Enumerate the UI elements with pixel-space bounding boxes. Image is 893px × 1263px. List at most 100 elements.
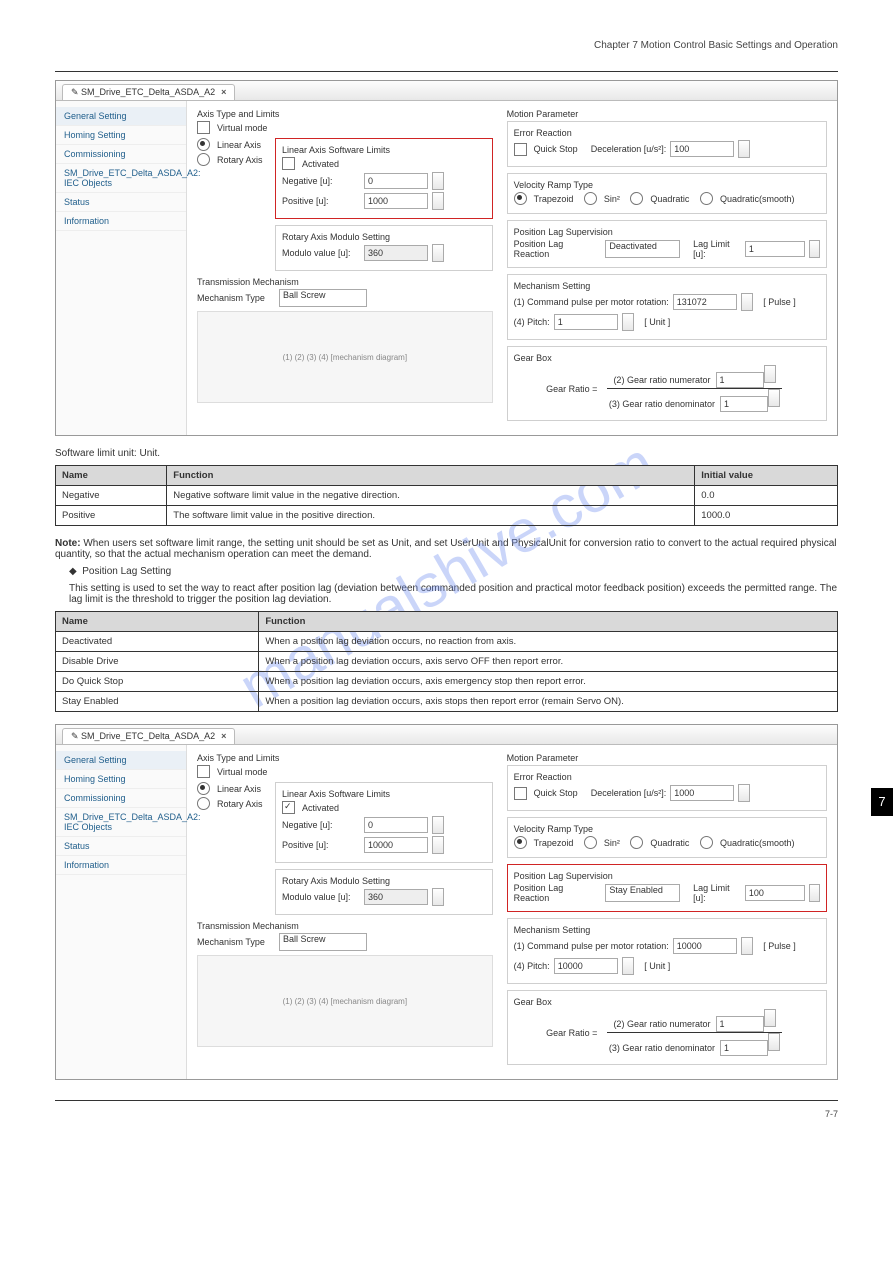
transmission-title-2: Transmission Mechanism [197, 921, 493, 931]
quickstop-checkbox[interactable] [514, 143, 527, 156]
gear-den-stepper-2[interactable] [768, 1033, 780, 1051]
gear-num-stepper-2[interactable] [764, 1009, 776, 1027]
positive-input[interactable]: 1000 [364, 193, 428, 209]
sidebar-item-commissioning[interactable]: Commissioning [56, 145, 186, 164]
gearbox-fieldset: Gear Box Gear Ratio = (2) Gear ratio num… [507, 346, 827, 421]
p1-input[interactable]: 131072 [673, 294, 737, 310]
sidebar-item-iec[interactable]: SM_Drive_ETC_Delta_ASDA_A2: IEC Objects [56, 164, 186, 193]
activated-checkbox-2[interactable] [282, 801, 295, 814]
mech-setting-fieldset-2: Mechanism Setting (1) Command pulse per … [507, 918, 827, 984]
sidebar-item-general-2[interactable]: General Setting [56, 751, 186, 770]
gear-den-input-2[interactable]: 1 [720, 1040, 768, 1056]
note: Note: When users set software limit rang… [55, 538, 838, 560]
gear-den-input[interactable]: 1 [720, 396, 768, 412]
p1-stepper[interactable] [741, 293, 753, 311]
laglimit-stepper-2[interactable] [809, 884, 820, 902]
modulo-label: Modulo value [u]: [282, 248, 360, 258]
tab-drive[interactable]: ✎ SM_Drive_ETC_Delta_ASDA_A2× [62, 84, 235, 100]
modulo-stepper-2 [432, 888, 444, 906]
laglimit-input-2[interactable]: 100 [745, 885, 805, 901]
gear-title: Gear Box [514, 353, 820, 363]
sidebar-item-information[interactable]: Information [56, 212, 186, 231]
sidebar-item-status-2[interactable]: Status [56, 837, 186, 856]
ramp-sin2[interactable] [584, 192, 597, 205]
ramp-sin2-2[interactable] [584, 836, 597, 849]
negative-stepper[interactable] [432, 172, 444, 190]
footer-rule [55, 1100, 838, 1101]
quickstop-checkbox-2[interactable] [514, 787, 527, 800]
para-lag: This setting is used to set the way to r… [69, 583, 838, 605]
p1-label: (1) Command pulse per motor rotation: [514, 297, 669, 307]
p4-stepper[interactable] [622, 313, 634, 331]
linear-radio[interactable] [197, 138, 210, 151]
gear-num-input[interactable]: 1 [716, 372, 764, 388]
decel-label: Deceleration [u/s²]: [591, 144, 667, 154]
activated-checkbox[interactable] [282, 157, 295, 170]
ramp-quadsmooth-2[interactable] [700, 836, 713, 849]
rotary-radio[interactable] [197, 153, 210, 166]
negative-input[interactable]: 0 [364, 173, 428, 189]
negative-stepper-2[interactable] [432, 816, 444, 834]
close-icon-2[interactable]: × [221, 731, 226, 741]
lagreact-select[interactable]: Deactivated [605, 240, 680, 258]
p1-input-2[interactable]: 10000 [673, 938, 737, 954]
mech-title: Mechanism Setting [514, 281, 820, 291]
positive-stepper[interactable] [432, 192, 444, 210]
laglimit-stepper[interactable] [809, 240, 820, 258]
negative-input-2[interactable]: 0 [364, 817, 428, 833]
lagreact-select-2[interactable]: Stay Enabled [605, 884, 680, 902]
decel-input[interactable]: 100 [670, 141, 734, 157]
ramp-quadratic[interactable] [630, 192, 643, 205]
modulo-fieldset: Rotary Axis Modulo Setting Modulo value … [275, 225, 493, 271]
close-icon[interactable]: × [221, 87, 226, 97]
app-window-1: ✎ SM_Drive_ETC_Delta_ASDA_A2× General Se… [55, 80, 838, 436]
gearratio-label: Gear Ratio = [546, 384, 597, 394]
lagreact-label: Position Lag Reaction [514, 239, 595, 259]
ramp-trapezoid-2[interactable] [514, 836, 527, 849]
para-swunit: Software limit unit: Unit. [55, 448, 838, 459]
ramp-quadsmooth[interactable] [700, 192, 713, 205]
laglimit-label: Lag Limit [u]: [693, 239, 741, 259]
lag-fieldset-1: Position Lag Supervision Position Lag Re… [507, 220, 827, 268]
sidebar-item-iec-2[interactable]: SM_Drive_ETC_Delta_ASDA_A2: IEC Objects [56, 808, 186, 837]
virtual-checkbox-2[interactable] [197, 765, 210, 778]
p4-stepper-2[interactable] [622, 957, 634, 975]
p4-input-2[interactable]: 10000 [554, 958, 618, 974]
rotary-radio-2[interactable] [197, 797, 210, 810]
sidebar-item-homing[interactable]: Homing Setting [56, 126, 186, 145]
sidebar-item-status[interactable]: Status [56, 193, 186, 212]
gear-den-stepper[interactable] [768, 389, 780, 407]
positive-stepper-2[interactable] [432, 836, 444, 854]
gear-num-stepper[interactable] [764, 365, 776, 383]
positive-label: Positive [u]: [282, 196, 360, 206]
virtual-mode-checkbox[interactable] [197, 121, 210, 134]
mechtype-select[interactable]: Ball Screw [279, 289, 367, 307]
p1-stepper-2[interactable] [741, 937, 753, 955]
sidebar-item-information-2[interactable]: Information [56, 856, 186, 875]
sidebar-item-homing-2[interactable]: Homing Setting [56, 770, 186, 789]
sidebar-item-general[interactable]: General Setting [56, 107, 186, 126]
header-rule [55, 71, 838, 72]
linear-radio-2[interactable] [197, 782, 210, 795]
laglimit-input[interactable]: 1 [745, 241, 805, 257]
ramp-quadratic-2[interactable] [630, 836, 643, 849]
activated-label: Activated [302, 159, 339, 169]
modulo-input: 360 [364, 245, 428, 261]
axis-type-title: Axis Type and Limits [197, 109, 493, 119]
sidebar-item-commissioning-2[interactable]: Commissioning [56, 789, 186, 808]
positive-input-2[interactable]: 10000 [364, 837, 428, 853]
app-window-2: ✎ SM_Drive_ETC_Delta_ASDA_A2× General Se… [55, 724, 838, 1080]
decel-input-2[interactable]: 1000 [670, 785, 734, 801]
modulo-fieldset-2: Rotary Axis Modulo Setting Modulo value … [275, 869, 493, 915]
decel-stepper-2[interactable] [738, 784, 750, 802]
p4-input[interactable]: 1 [554, 314, 618, 330]
error-reaction-fieldset-2: Error Reaction Quick Stop Deceleration [… [507, 765, 827, 811]
modulo-stepper [432, 244, 444, 262]
mechtype-select-2[interactable]: Ball Screw [279, 933, 367, 951]
gear-num-input-2[interactable]: 1 [716, 1016, 764, 1032]
transmission-title: Transmission Mechanism [197, 277, 493, 287]
ramp-trapezoid[interactable] [514, 192, 527, 205]
decel-stepper[interactable] [738, 140, 750, 158]
tab-drive-2[interactable]: ✎ SM_Drive_ETC_Delta_ASDA_A2× [62, 728, 235, 744]
modulo-input-2: 360 [364, 889, 428, 905]
